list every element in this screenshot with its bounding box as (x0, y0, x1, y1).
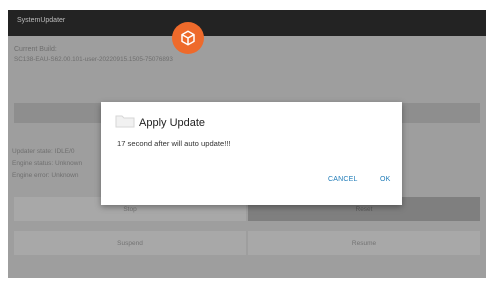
apply-update-dialog: Apply Update 17 second after will auto u… (101, 102, 402, 205)
package-box-icon-glyph (181, 30, 195, 46)
folder-icon (115, 112, 135, 128)
suspend-button[interactable]: Suspend (14, 231, 246, 255)
system-updater-screen: SystemUpdater Current Build: SC138-EAU-S… (8, 10, 486, 278)
app-title: SystemUpdater (17, 17, 66, 24)
current-build-label: Current Build: (14, 46, 57, 53)
engine-error-text: Engine error: Unknown (12, 172, 79, 179)
resume-button[interactable]: Resume (248, 231, 480, 255)
app-bar: SystemUpdater (8, 10, 486, 36)
current-build-value: SC138-EAU-S62.00.101-user-20220915.1505-… (14, 56, 173, 63)
dialog-message: 17 second after will auto update!!! (117, 139, 231, 148)
ok-button[interactable]: OK (380, 176, 391, 183)
dialog-title: Apply Update (139, 117, 206, 129)
engine-status-text: Engine status: Unknown (12, 160, 83, 167)
updater-state-text: Updater state: IDLE/0 (12, 148, 75, 155)
package-box-icon (172, 22, 204, 54)
cancel-button[interactable]: CANCEL (328, 176, 358, 183)
